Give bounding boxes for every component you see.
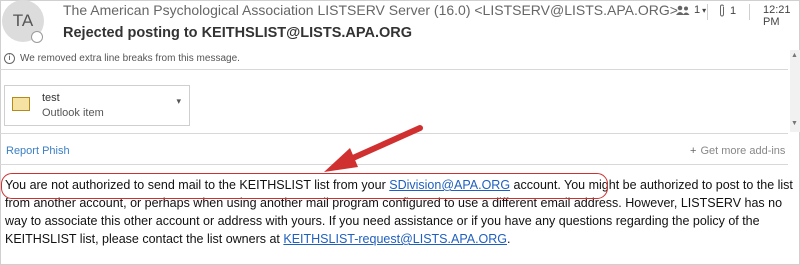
info-bar: i We removed extra line breaks from this… <box>0 50 792 66</box>
people-icon <box>676 5 690 15</box>
divider <box>0 69 788 70</box>
scroll-up-icon[interactable]: ▲ <box>791 52 798 59</box>
sender-name[interactable]: The American Psychological Association L… <box>63 2 678 18</box>
attachments-button[interactable]: 1 <box>718 4 736 17</box>
chevron-down-icon[interactable]: ▾ <box>176 96 181 107</box>
report-phish-button[interactable]: Report Phish <box>6 145 70 157</box>
header-scrollbar[interactable]: ▲ ▼ <box>790 50 800 132</box>
attachment-type: Outlook item <box>42 107 104 119</box>
header-divider <box>749 4 750 20</box>
header-divider <box>707 4 708 20</box>
attachment-count: 1 <box>730 4 737 17</box>
message-subject: Rejected posting to KEITHSLIST@LISTS.APA… <box>63 25 412 41</box>
info-icon: i <box>4 52 15 64</box>
get-more-addins-label: Get more add-ins <box>700 145 786 157</box>
people-count: 1 <box>694 4 701 16</box>
list-owner-email-link[interactable]: KEITHSLIST-request@LISTS.APA.ORG <box>283 232 507 246</box>
received-time: 12:21 PM <box>763 4 791 28</box>
presence-status-icon <box>31 31 43 43</box>
body-text-4: . <box>507 232 511 246</box>
envelope-icon <box>12 97 30 111</box>
attachment-name: test <box>42 92 60 104</box>
chevron-down-icon: ▾ <box>702 5 707 15</box>
annotation-highlight-oval <box>1 173 608 199</box>
recipients-button[interactable]: 1 ▾ <box>676 4 706 16</box>
get-more-addins-button[interactable]: + Get more add-ins <box>690 145 785 157</box>
paperclip-icon <box>720 4 724 17</box>
info-bar-text: We removed extra line breaks from this m… <box>20 52 240 64</box>
avatar-initials: TA <box>12 11 34 30</box>
plus-icon: + <box>690 145 697 157</box>
annotation-arrow-icon <box>324 125 423 172</box>
attachment-card[interactable]: test Outlook item ▾ <box>4 85 190 126</box>
scroll-down-icon[interactable]: ▼ <box>791 120 798 127</box>
